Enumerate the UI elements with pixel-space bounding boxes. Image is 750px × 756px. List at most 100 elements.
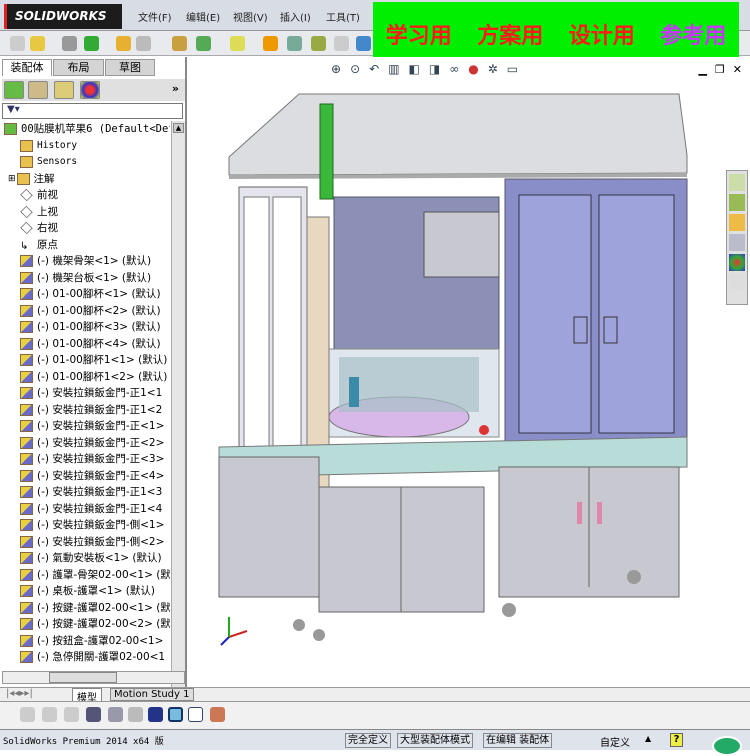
tree-item[interactable]: (-) 安裝拉鎖鈑金門-正<3>	[2, 451, 170, 468]
tree-scrollbar[interactable]: ▲ ▼	[171, 121, 185, 733]
new-component-icon[interactable]	[10, 36, 25, 51]
tree-root[interactable]: 00贴膜机苹果6 (Default<Def	[2, 121, 170, 138]
units-arrow-icon[interactable]: ▲	[645, 734, 651, 743]
section-icon[interactable]	[356, 36, 371, 51]
axis-icon[interactable]	[148, 707, 163, 722]
mate-icon[interactable]	[62, 36, 77, 51]
swap-icon[interactable]	[128, 707, 143, 722]
tree-filter[interactable]: ▼▾	[2, 103, 183, 119]
isometric-view-icon[interactable]	[168, 707, 183, 722]
tree-item[interactable]: (-) 安裝拉鎖鈑金門-正<2>	[2, 435, 170, 452]
render-icon[interactable]	[210, 707, 225, 722]
edit-component-icon[interactable]	[116, 36, 131, 51]
solidworks-logo: SOLIDWORKS	[4, 4, 122, 29]
tree-item[interactable]: (-) 01-00腳杯<2> (默认)	[2, 303, 170, 320]
tree-item[interactable]: (-) 01-00腳杯<3> (默认)	[2, 319, 170, 336]
tree-item[interactable]: (-) 急停開關-護罩02-00<1	[2, 649, 170, 666]
tab-layout[interactable]: 布局	[53, 59, 104, 76]
bom-icon[interactable]	[263, 36, 278, 51]
part-icon	[20, 337, 33, 350]
hscroll-thumb[interactable]	[49, 672, 117, 683]
tab-sketch[interactable]: 草图	[105, 59, 155, 76]
banner-text-design: 设计用	[568, 24, 635, 49]
grid-icon[interactable]	[108, 707, 123, 722]
custom-properties-icon[interactable]	[729, 274, 745, 291]
tab-motion-study[interactable]: Motion Study 1	[110, 688, 194, 701]
tree-item[interactable]: (-) 安裝拉鎖鈑金門-側<2>	[2, 534, 170, 551]
assembly-features-icon[interactable]	[172, 36, 187, 51]
menu-edit[interactable]: 编辑(E)	[186, 9, 220, 24]
expand-panel-button[interactable]: »	[172, 82, 179, 95]
tree-item[interactable]: (-) 01-00腳杯<4> (默认)	[2, 336, 170, 353]
table-icon[interactable]	[188, 707, 203, 722]
rebuild-icon[interactable]	[20, 707, 35, 722]
tree-item[interactable]: 右视	[2, 220, 170, 237]
hide-icon[interactable]	[64, 707, 79, 722]
reference-geometry-icon[interactable]	[196, 36, 211, 51]
tree-item[interactable]: History	[2, 138, 170, 155]
tree-item[interactable]: (-) 安裝拉鎖鈑金門-正<4>	[2, 468, 170, 485]
tree-item-label: (-) 01-00腳杯<2> (默认)	[37, 304, 161, 317]
menu-file[interactable]: 文件(F)	[138, 9, 172, 24]
appearances-icon[interactable]	[729, 254, 745, 271]
tree-item[interactable]: (-) 安裝拉鎖鈑金門-正1<1	[2, 385, 170, 402]
interference-icon[interactable]	[334, 36, 349, 51]
units-selector[interactable]: 自定义	[600, 734, 630, 749]
display-manager-icon[interactable]	[80, 81, 100, 99]
tree-item-label: (-) 按鍵-護罩02-00<2> (默	[37, 618, 170, 630]
feature-manager-icon[interactable]	[4, 81, 24, 99]
tree-item[interactable]: (-) 安裝拉鎖鈑金門-正1<2	[2, 402, 170, 419]
tree-hscrollbar[interactable]	[2, 671, 185, 684]
expand-icon[interactable]: ⊞	[8, 171, 16, 188]
part-icon	[20, 321, 33, 334]
insert-component-icon[interactable]	[30, 36, 45, 51]
tree-item[interactable]: (-) 按鈕盒-護罩02-00<1>	[2, 633, 170, 650]
new-motion-icon[interactable]	[230, 36, 245, 51]
tree-item[interactable]: (-) 安裝拉鎖鈑金門-正1<4	[2, 501, 170, 518]
tree-item[interactable]: ↳ 原点	[2, 237, 170, 254]
graphics-area[interactable]: ⊕ ⊙ ↶ ▥ ◧ ◨ ∞ ● ✲ ▭ ▁ ❐ ✕	[189, 57, 750, 687]
tree-item[interactable]: (-) 護罩-骨架02-00<1> (默	[2, 567, 170, 584]
list-icon[interactable]	[86, 707, 101, 722]
part-icon	[20, 403, 33, 416]
menu-view[interactable]: 视图(V)	[233, 9, 268, 24]
tree-item[interactable]: 上视	[2, 204, 170, 221]
notification-badge-icon[interactable]	[712, 736, 742, 756]
resources-icon[interactable]	[729, 174, 745, 191]
move-component-icon[interactable]	[136, 36, 151, 51]
tree-item[interactable]: (-) 按鍵-護罩02-00<2> (默	[2, 616, 170, 633]
tree-item[interactable]: Sensors	[2, 154, 170, 171]
banner-text-plan: 方案用	[477, 24, 544, 49]
file-explorer-icon[interactable]	[729, 214, 745, 231]
pattern-icon[interactable]	[84, 36, 99, 51]
tree-item[interactable]: (-) 按鍵-護罩02-00<1> (默	[2, 600, 170, 617]
explode-line-icon[interactable]	[311, 36, 326, 51]
scroll-up-button[interactable]: ▲	[173, 123, 184, 133]
tree-item[interactable]: (-) 安裝拉鎖鈑金門-正<1>	[2, 418, 170, 435]
tree-item[interactable]: (-) 氣動安裝板<1> (默认)	[2, 550, 170, 567]
part-icon	[20, 601, 33, 614]
help-button[interactable]: ?	[670, 733, 683, 747]
tab-nav-arrows[interactable]: |◂◂▸▸|	[6, 688, 33, 699]
tree-item[interactable]: (-) 安裝拉鎖鈑金門-正1<3	[2, 484, 170, 501]
exploded-view-icon[interactable]	[287, 36, 302, 51]
tree-item[interactable]: (-) 安裝拉鎖鈑金門-側<1>	[2, 517, 170, 534]
view-palette-icon[interactable]	[729, 234, 745, 251]
tab-assembly[interactable]: 装配体	[2, 59, 52, 76]
origin-icon: ↳	[20, 240, 29, 252]
tree-item[interactable]: (-) 機架骨架<1> (默认)	[2, 253, 170, 270]
tree-item[interactable]: (-) 01-00腳杯1<1> (默认)	[2, 352, 170, 369]
tree-item[interactable]: (-) 01-00腳杯<1> (默认)	[2, 286, 170, 303]
menu-insert[interactable]: 插入(I)	[280, 9, 311, 24]
design-library-icon[interactable]	[729, 194, 745, 211]
configuration-manager-icon[interactable]	[54, 81, 74, 99]
box-icon[interactable]	[42, 707, 57, 722]
tree-item[interactable]: 前视	[2, 187, 170, 204]
menu-tools[interactable]: 工具(T)	[326, 9, 360, 24]
tree-item[interactable]: (-) 01-00腳杯1<2> (默认)	[2, 369, 170, 386]
property-manager-icon[interactable]	[28, 81, 48, 99]
tree-item[interactable]: (-) 桌板-護罩<1> (默认)	[2, 583, 170, 600]
machine-body	[218, 93, 688, 641]
tree-item[interactable]: (-) 機架台板<1> (默认)	[2, 270, 170, 287]
tree-item[interactable]: ⊞ 注解	[2, 171, 170, 188]
